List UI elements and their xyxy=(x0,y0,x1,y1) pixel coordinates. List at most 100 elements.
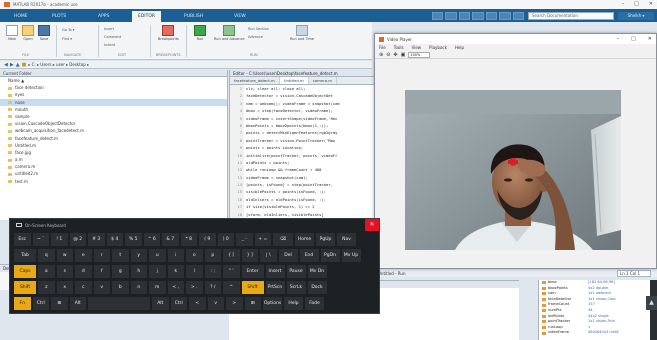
folder-list-item[interactable]: camera.m xyxy=(0,163,227,170)
insert-button[interactable]: Insert xyxy=(104,27,114,31)
tab-apps[interactable]: APPS xyxy=(92,11,115,22)
key[interactable]: z xyxy=(38,281,55,294)
quick-paste-icon[interactable] xyxy=(472,12,484,20)
tab-plots[interactable]: PLOTS xyxy=(46,11,72,22)
key[interactable]: v xyxy=(93,281,110,294)
minimize-button[interactable]: – xyxy=(622,1,625,7)
viewer-minimize-button[interactable]: – xyxy=(617,36,620,42)
key[interactable]: k xyxy=(167,265,184,278)
key[interactable]: Dock xyxy=(307,281,327,294)
key[interactable]: Alt xyxy=(69,297,86,310)
key[interactable]: ! 1 xyxy=(51,233,68,246)
menu-help[interactable]: Help xyxy=(455,44,464,51)
key[interactable]: g xyxy=(112,265,129,278)
key[interactable]: x xyxy=(56,281,73,294)
key[interactable]: ~ ` xyxy=(32,233,49,246)
key[interactable]: & 7 xyxy=(162,233,179,246)
quick-undo-icon[interactable] xyxy=(485,12,498,20)
key[interactable]: > . xyxy=(186,281,203,294)
folder-list-item[interactable]: mouth xyxy=(0,106,227,113)
tab-publish[interactable]: PUBLISH xyxy=(178,11,209,22)
key[interactable]: Alt xyxy=(152,297,169,310)
magnification-field[interactable]: 100% xyxy=(408,51,431,58)
key[interactable]: n xyxy=(130,281,147,294)
folder-list-item[interactable]: Untitled.m xyxy=(0,142,227,149)
key[interactable]: > xyxy=(226,297,243,310)
folder-path[interactable]: ▸ C: ▸ Users ▸ user ▸ Desktop ▸ xyxy=(28,62,89,67)
viewer-close-button[interactable]: ✕ xyxy=(648,36,652,42)
key[interactable]: Options xyxy=(263,297,282,310)
viewer-maximize-button[interactable]: □ xyxy=(631,36,636,42)
key[interactable]: j xyxy=(149,265,166,278)
menu-playback[interactable]: Playback xyxy=(429,44,447,51)
key[interactable]: } ] xyxy=(241,249,258,262)
folder-list-item[interactable]: sample xyxy=(0,113,227,120)
key[interactable]: $ 4 xyxy=(106,233,123,246)
key[interactable]: t xyxy=(112,249,129,262)
key[interactable]: Home xyxy=(295,233,314,246)
editor-tab[interactable]: facefeature_detect.m xyxy=(230,77,280,84)
quick-redo-icon[interactable] xyxy=(499,12,511,20)
indent-button[interactable]: Indent xyxy=(104,43,115,47)
key[interactable]: c xyxy=(75,281,92,294)
key[interactable]: < xyxy=(189,297,206,310)
find-button[interactable]: Find ▾ xyxy=(62,37,72,41)
folder-list-item[interactable]: face detection xyxy=(0,84,227,91)
key[interactable]: ⊞ xyxy=(244,297,261,310)
key[interactable]: ? / xyxy=(204,281,221,294)
key[interactable]: h xyxy=(130,265,147,278)
pan-icon[interactable]: ✥ xyxy=(393,52,397,58)
workspace-variable[interactable]: videoFrame 480x640x3 uint8 xyxy=(539,330,650,336)
key[interactable]: Fn xyxy=(14,297,31,310)
key[interactable]: PrtScn xyxy=(265,281,285,294)
close-button[interactable]: ✕ xyxy=(649,1,653,7)
quick-help-icon[interactable] xyxy=(512,12,524,20)
key[interactable]: < , xyxy=(167,281,184,294)
name-column-header[interactable]: Name ▲ xyxy=(0,77,227,84)
goto-button[interactable]: Go To ▾ xyxy=(62,28,75,32)
key[interactable]: _ - xyxy=(236,233,253,246)
key[interactable]: Shift xyxy=(14,281,36,294)
key[interactable]: End xyxy=(299,249,319,262)
browse-folder-icon[interactable]: ■ xyxy=(22,62,27,68)
key[interactable]: b xyxy=(112,281,129,294)
key[interactable]: Shift xyxy=(241,281,264,294)
key[interactable]: % 5 xyxy=(125,233,142,246)
key[interactable]: PgDn xyxy=(320,249,340,262)
key[interactable]: Insert xyxy=(265,265,285,278)
osk-close-button[interactable]: ✕ xyxy=(365,219,379,231)
key[interactable]: Enter xyxy=(241,265,264,278)
key[interactable]: o xyxy=(186,249,203,262)
key[interactable]: Pause xyxy=(286,265,306,278)
key[interactable]: Ctrl xyxy=(32,297,49,310)
save-button[interactable]: Save xyxy=(38,25,50,41)
folder-list-item[interactable]: facefeature_detect.m xyxy=(0,135,227,142)
key[interactable]: ^ 6 xyxy=(143,233,160,246)
key[interactable]: ScrLk xyxy=(286,281,306,294)
key[interactable]: a xyxy=(38,265,55,278)
tab-home[interactable]: HOME xyxy=(8,11,34,22)
zoom-out-icon[interactable]: ⊖ xyxy=(386,52,390,58)
key[interactable]: ⊞ xyxy=(51,297,68,310)
editor-tab[interactable]: Untitled.m xyxy=(279,77,309,84)
menu-tools[interactable]: Tools xyxy=(394,44,404,51)
key[interactable]: q xyxy=(38,249,55,262)
key[interactable]: m xyxy=(149,281,166,294)
key[interactable]: ) 0 xyxy=(217,233,234,246)
folder-list-item[interactable]: webcam_acquisition_facedetect.m xyxy=(0,127,227,134)
key[interactable]: p xyxy=(204,249,221,262)
quick-cut-icon[interactable] xyxy=(445,12,457,20)
scroll-up-icon[interactable]: ▲ xyxy=(646,296,657,310)
menu-view[interactable]: View xyxy=(412,44,422,51)
folder-list-item[interactable]: face.jpg xyxy=(0,149,227,156)
run-button[interactable]: Run xyxy=(194,25,206,41)
maximize-button[interactable]: □ xyxy=(634,1,639,7)
key[interactable]: y xyxy=(130,249,147,262)
key[interactable]: Mv Dn xyxy=(307,265,327,278)
user-account-menu[interactable]: Sheikh ▾ xyxy=(618,12,654,20)
key[interactable]: d xyxy=(75,265,92,278)
key[interactable]: | \ xyxy=(260,249,277,262)
run-section-button[interactable]: Run Section xyxy=(248,27,269,31)
forward-arrow-icon[interactable]: ▶ xyxy=(10,62,14,68)
key[interactable]: i xyxy=(167,249,184,262)
